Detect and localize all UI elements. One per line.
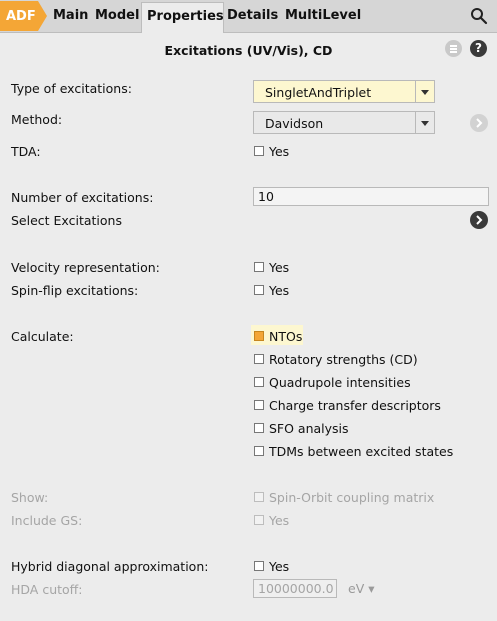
hda-label: Hybrid diagonal approximation: <box>11 559 209 574</box>
method-select[interactable]: Davidson <box>253 111 435 134</box>
tab-adf[interactable]: ADF <box>0 1 48 31</box>
spin-flip-label: Spin-flip excitations: <box>11 283 139 298</box>
tab-adf-label: ADF <box>6 9 36 24</box>
hda-cutoff-input: 10000000.0 <box>253 579 337 598</box>
select-excitations-button[interactable] <box>470 211 488 229</box>
velocity-representation-checkbox[interactable] <box>254 262 264 272</box>
tda-label: TDA: <box>11 144 41 159</box>
select-divider <box>415 81 416 102</box>
quadrupole-intensities-checkbox[interactable] <box>254 377 264 387</box>
tab-model[interactable]: Model <box>95 8 139 23</box>
spin-orbit-coupling-label: Spin-Orbit coupling matrix <box>269 490 435 505</box>
type-of-excitations-select[interactable]: SingletAndTriplet <box>253 80 435 103</box>
hda-checkbox[interactable] <box>254 561 264 571</box>
tda-checkbox[interactable] <box>254 146 264 156</box>
tab-main[interactable]: Main <box>53 8 88 23</box>
charge-transfer-descriptors-checkbox[interactable] <box>254 400 264 410</box>
ntos-checkbox[interactable] <box>254 331 264 341</box>
spin-orbit-coupling-checkbox <box>254 492 264 502</box>
sfo-analysis-checkbox[interactable] <box>254 423 264 433</box>
help-icon[interactable]: ? <box>470 40 487 57</box>
chevron-right-icon <box>476 118 483 128</box>
calculate-label: Calculate: <box>11 329 74 344</box>
tab-properties[interactable]: Properties <box>141 2 224 33</box>
method-details-arrow-icon[interactable] <box>470 114 488 132</box>
top-tab-bar: ADF Main Model Properties Details MultiL… <box>0 0 497 33</box>
chevron-down-icon <box>421 121 429 126</box>
method-label: Method: <box>11 112 63 127</box>
include-gs-checkbox <box>254 515 264 525</box>
include-gs-label: Include GS: <box>11 513 83 528</box>
select-divider <box>415 112 416 133</box>
velocity-option-label: Yes <box>269 260 290 275</box>
ntos-option-label: NTOs <box>269 329 303 344</box>
tab-multilevel[interactable]: MultiLevel <box>285 8 361 23</box>
method-value: Davidson <box>265 116 324 131</box>
chevron-down-icon <box>421 90 429 95</box>
tda-option-label: Yes <box>269 144 290 159</box>
type-of-excitations-label: Type of excitations: <box>11 81 132 96</box>
menu-icon[interactable] <box>445 40 462 57</box>
tdms-checkbox[interactable] <box>254 446 264 456</box>
show-label: Show: <box>11 490 49 505</box>
spin-flip-checkbox[interactable] <box>254 285 264 295</box>
number-of-excitations-label: Number of excitations: <box>11 190 154 205</box>
select-excitations-label: Select Excitations <box>11 213 122 228</box>
hda-option-label: Yes <box>269 559 290 574</box>
type-of-excitations-value: SingletAndTriplet <box>265 85 372 100</box>
hda-cutoff-label: HDA cutoff: <box>11 582 83 597</box>
quadrupole-intensities-label: Quadrupole intensities <box>269 375 411 390</box>
velocity-representation-label: Velocity representation: <box>11 260 160 275</box>
tab-details[interactable]: Details <box>227 8 278 23</box>
search-icon[interactable] <box>470 7 488 25</box>
chevron-right-icon <box>476 215 483 225</box>
tab-properties-label: Properties <box>147 9 224 24</box>
number-of-excitations-input[interactable]: 10 <box>253 187 489 206</box>
include-gs-option-label: Yes <box>269 513 290 528</box>
hda-unit-select: eV ▾ <box>348 581 375 596</box>
rotatory-strengths-checkbox[interactable] <box>254 354 264 364</box>
tdms-label: TDMs between excited states <box>269 444 454 459</box>
sfo-analysis-label: SFO analysis <box>269 421 349 436</box>
spin-flip-option-label: Yes <box>269 283 290 298</box>
charge-transfer-descriptors-label: Charge transfer descriptors <box>269 398 441 413</box>
panel-title: Excitations (UV/Vis), CD <box>164 43 333 58</box>
rotatory-strengths-label: Rotatory strengths (CD) <box>269 352 418 367</box>
